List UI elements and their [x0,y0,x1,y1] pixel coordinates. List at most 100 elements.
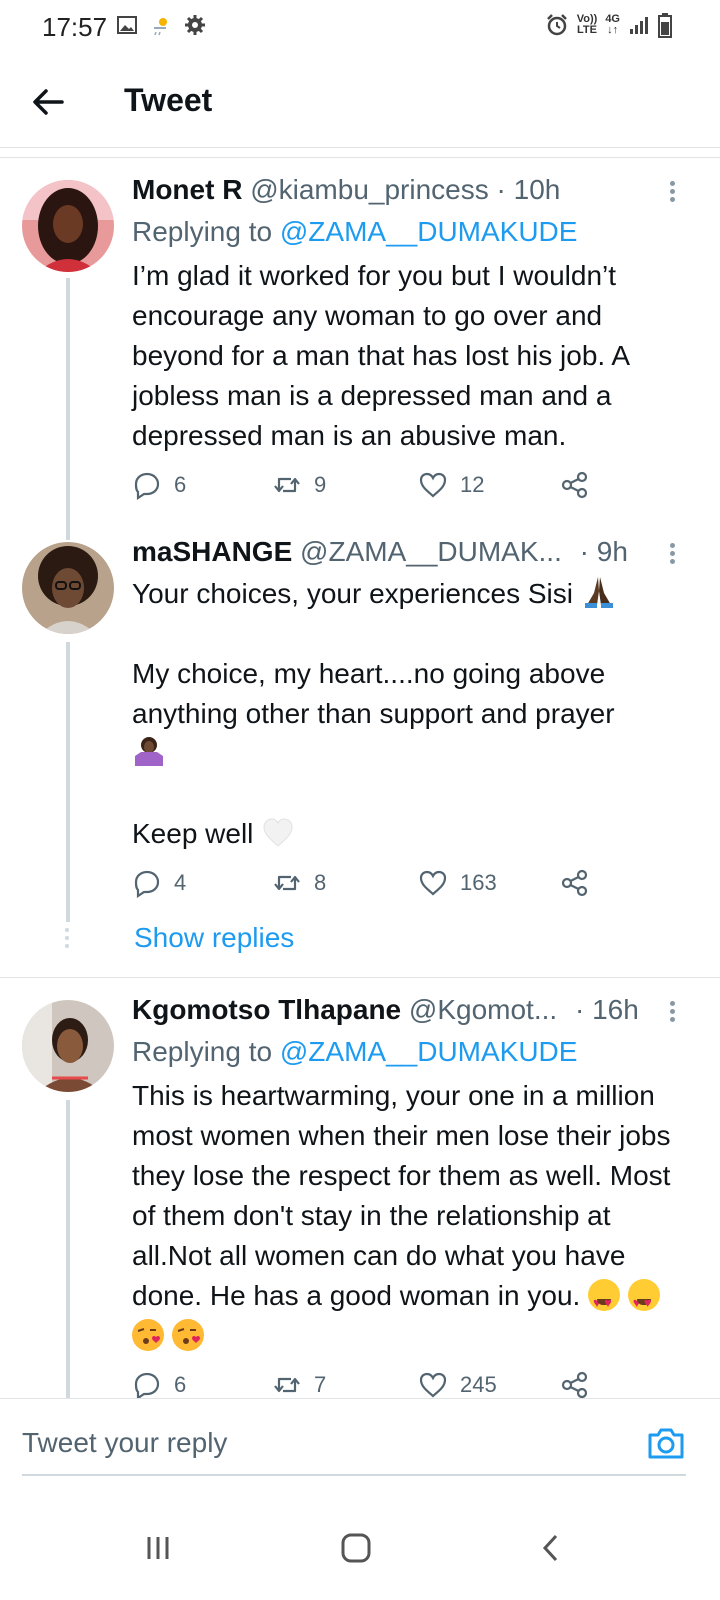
retweet-count: 9 [314,472,327,497]
author-name[interactable]: Kgomotso Tlhapane [132,994,401,1025]
like-button[interactable]: 12 [418,470,484,500]
status-right-icons: Vo)) LTE 4G ↓↑ [545,12,672,38]
like-button[interactable]: 163 [418,868,497,898]
tweet-kgomotso-tlhapane[interactable]: Kgomotso Tlhapane @Kgomot... · 16h Reply… [0,986,720,1398]
home-icon [341,1533,371,1563]
tweet-header: Monet R @kiambu_princess · 10h [132,174,560,206]
more-options-button[interactable] [664,540,680,570]
reply-count: 4 [174,870,187,895]
like-button[interactable]: 245 [418,1370,497,1398]
more-options-button[interactable] [664,998,680,1028]
thread-line [66,278,70,540]
retweet-count: 7 [314,1372,327,1397]
reply-icon [134,472,160,500]
author-handle[interactable]: @ZAMA__DUMAK... [300,536,562,567]
share-button[interactable] [560,470,590,500]
tweet-actions: 6 7 245 [132,1370,602,1398]
camera-button[interactable] [646,1423,686,1463]
emoji-mouth [597,1299,612,1305]
retweet-button[interactable]: 7 [272,1370,326,1398]
gallery-icon [117,16,137,34]
home-button[interactable] [326,1518,386,1578]
retweet-icon [274,477,300,493]
replying-to-link[interactable]: @ZAMA__DUMAKUDE [280,1036,578,1067]
replying-prefix: Replying to [132,1036,273,1067]
reply-input[interactable]: Tweet your reply [22,1427,227,1459]
tweet-time[interactable]: 16h [592,994,639,1025]
share-icon [561,1371,588,1398]
tweet-text-block: This is heartwarming, your one in a mill… [132,1076,692,1356]
status-left-icons [116,14,206,36]
status-time: 17:57 [42,12,108,42]
composer-underline [22,1474,686,1476]
white-heart-emoji [263,818,293,847]
tweet-time[interactable]: 10h [514,174,561,205]
thread-dot [65,944,69,948]
retweet-button[interactable]: 8 [272,868,326,898]
avatar[interactable] [22,542,114,634]
alarm-icon [546,14,567,36]
more-dot [669,189,675,194]
kiss-heart-icon [137,1328,160,1344]
show-replies-link[interactable]: Show replies [134,922,294,954]
like-count: 245 [460,1372,497,1397]
reply-count: 6 [174,472,187,497]
signal-icon [630,17,648,34]
replying-to-link[interactable]: @ZAMA__DUMAKUDE [280,216,578,247]
page-title: Tweet [124,82,213,118]
more-dot [669,1001,675,1006]
header-separator: · [574,994,585,1025]
header-separator: · [579,536,589,567]
replying-to: Replying to @ZAMA__DUMAKUDE [132,1036,577,1068]
emoji-mouth [636,1299,651,1305]
header-separator: · [496,174,506,205]
share-icon [561,471,588,499]
battery-icon [658,13,672,38]
tweet-text-block: Your choices, your experiences Sisi My c… [132,574,692,854]
tweet-mashange[interactable]: maSHANGE @ZAMA__DUMAK... · 9h Your choic… [0,530,720,980]
author-name[interactable]: Monet R [132,174,242,205]
back-button[interactable] [28,82,68,122]
avatar[interactable] [22,1000,114,1092]
weather-icon [154,18,167,36]
tweet-actions: 4 8 163 [132,868,602,902]
app-bar: Tweet [0,56,720,148]
more-options-button[interactable] [664,178,680,208]
replying-to: Replying to @ZAMA__DUMAKUDE [132,216,577,248]
back-arrow-icon [33,89,64,115]
recent-apps-button[interactable] [128,1518,188,1578]
system-back-button[interactable] [522,1518,582,1578]
reply-button[interactable]: 6 [132,470,186,500]
tweet-header: maSHANGE @ZAMA__DUMAK... · 9h [132,536,628,568]
tweet-time[interactable]: 9h [597,536,628,567]
reply-button[interactable]: 6 [132,1370,186,1398]
tweet-header: Kgomotso Tlhapane @Kgomot... · 16h [132,994,639,1026]
share-button[interactable] [560,1370,590,1398]
reply-button[interactable]: 4 [132,868,186,898]
share-icon [561,869,588,897]
volte-label-bottom: LTE [577,24,597,36]
tweet-actions: 6 9 12 [132,470,602,504]
tweet-text-line: Your choices, your experiences Sisi [132,574,692,614]
author-handle[interactable]: @kiambu_princess [250,174,489,205]
author-name[interactable]: maSHANGE [132,536,292,567]
thread-continuation-dots [64,924,70,952]
tweet-monet-r[interactable]: Monet R @kiambu_princess · 10h Replying … [0,160,720,540]
shrug-emoji [132,734,692,774]
author-handle[interactable]: @Kgomot... [409,994,557,1025]
retweet-button[interactable]: 9 [272,470,326,500]
tweet-text: This is heartwarming, your one in a mill… [132,1080,671,1311]
system-nav-bar [0,1490,720,1600]
share-button[interactable] [560,868,590,898]
status-bar: 17:57 Vo)) LTE 4G ↓↑ [0,0,720,56]
volte-icon: Vo)) LTE [577,14,598,36]
kiss-heart-icon [177,1328,200,1344]
heart-icon [419,1372,447,1398]
more-dot [669,551,675,556]
person-shrugging-emoji [135,737,163,766]
face-blowing-kiss-emoji [132,1319,164,1351]
heart-icon [419,870,447,896]
avatar[interactable] [22,180,114,272]
